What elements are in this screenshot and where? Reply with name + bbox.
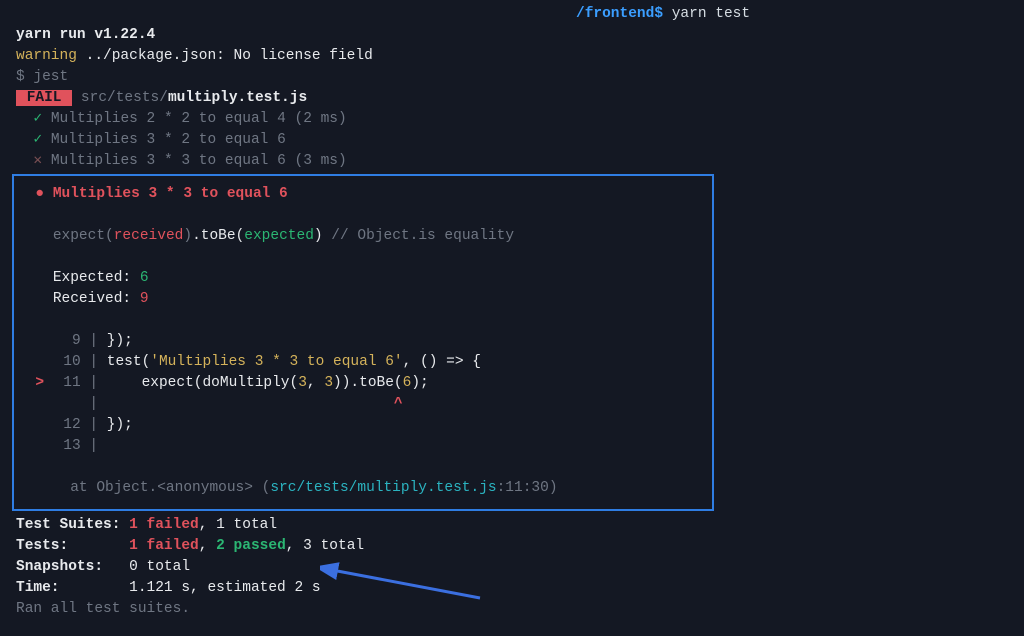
summary-tests: Tests: 1 failed, 2 passed, 3 total (16, 536, 1024, 557)
fail-badge: FAIL (16, 90, 72, 106)
summary-suites: Test Suites: 1 failed, 1 total (16, 515, 1024, 536)
suite-file: multiply.test.js (168, 90, 307, 106)
test-result-1: ✓ Multiplies 3 * 2 to equal 6 (16, 130, 1024, 151)
failure-title: ● Multiplies 3 * 3 to equal 6 (18, 184, 708, 205)
summary-ran: Ran all test suites. (16, 599, 1024, 620)
code-line-13: 13 | (18, 436, 708, 457)
received-line: Received: 9 (18, 289, 708, 310)
dollar-sign: $ (16, 69, 33, 85)
command-text: yarn test (672, 6, 750, 22)
stack-line: at Object.<anonymous> (src/tests/multipl… (18, 478, 708, 499)
warning-text: ../package.json: No license field (77, 48, 373, 64)
test-result-2: ✕ Multiplies 3 * 3 to equal 6 (3 ms) (16, 151, 1024, 172)
test-result-0: ✓ Multiplies 2 * 2 to equal 4 (2 ms) (16, 109, 1024, 130)
expected-line: Expected: 6 (18, 268, 708, 289)
jest-line: $ jest (16, 67, 1024, 88)
prompt-line[interactable]: /frontend$ yarn test (16, 4, 1024, 25)
warning-label: warning (16, 48, 77, 64)
code-caret-line: | ^ (18, 394, 708, 415)
code-line-12: 12 | }); (18, 415, 708, 436)
suite-path: src/tests/ (72, 90, 168, 106)
code-line-11: > 11 | expect(doMultiply(3, 3)).toBe(6); (18, 373, 708, 394)
summary-time: Time: 1.121 s, estimated 2 s (16, 578, 1024, 599)
warning-line: warning ../package.json: No license fiel… (16, 46, 1024, 67)
yarn-run-line: yarn run v1.22.4 (16, 25, 1024, 46)
prompt-symbol: $ (654, 6, 663, 22)
failure-detail-box: ● Multiplies 3 * 3 to equal 6 expect(rec… (12, 174, 714, 511)
bullet-icon: ● (35, 186, 44, 202)
code-line-10: 10 | test('Multiplies 3 * 3 to equal 6',… (18, 352, 708, 373)
jest-text: jest (33, 69, 68, 85)
summary-snapshots: Snapshots: 0 total (16, 557, 1024, 578)
code-line-9: 9 | }); (18, 331, 708, 352)
suite-line: FAIL src/tests/multiply.test.js (16, 88, 1024, 109)
assert-line: expect(received).toBe(expected) // Objec… (18, 226, 708, 247)
prompt-path: /frontend (576, 6, 654, 22)
